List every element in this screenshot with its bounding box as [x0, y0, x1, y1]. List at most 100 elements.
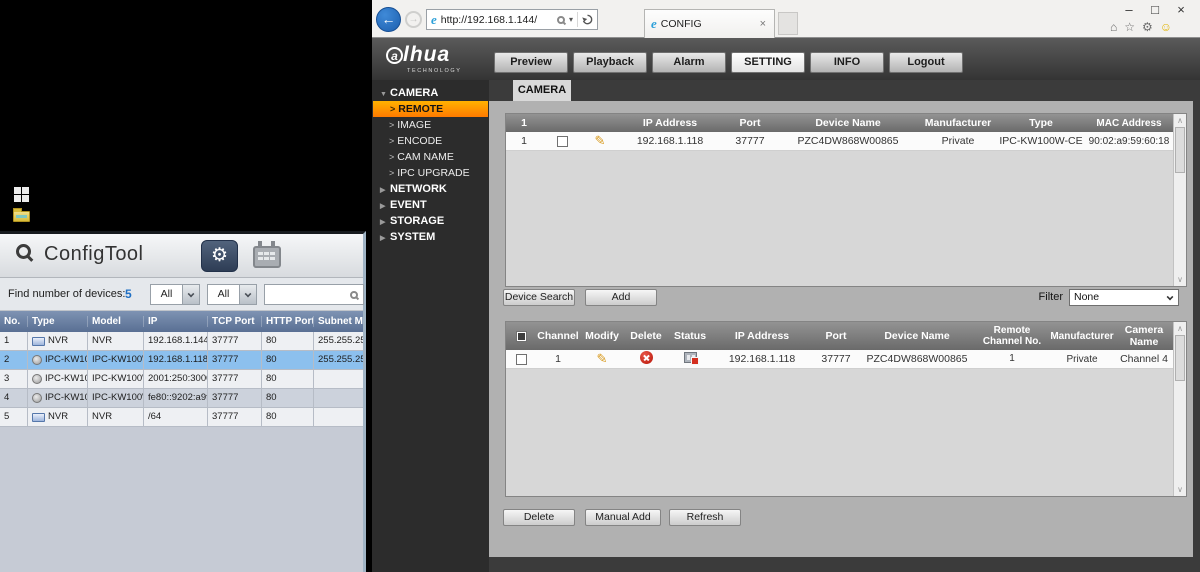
scroll-thumb[interactable] [1175, 335, 1185, 381]
cell-type: IPC-KW100W-CE [998, 135, 1084, 147]
cell-no: 2 [0, 351, 28, 370]
scroll-up-icon[interactable]: ∧ [1174, 116, 1186, 125]
url-text: http://192.168.1.144/ [441, 14, 557, 26]
caret-down-icon[interactable]: ▾ [569, 15, 573, 24]
scroll-down-icon[interactable]: ∨ [1174, 485, 1186, 494]
configtool-table-header: No. Type Model IP TCP Port HTTP Port Sub… [0, 311, 363, 332]
row-checkbox[interactable] [516, 354, 527, 365]
cell-tcp: 37777 [208, 389, 262, 408]
sidebar-item-camera[interactable]: ▼CAMERA [372, 85, 489, 101]
chevron-down-icon[interactable] [182, 285, 199, 304]
sidebar-item-cam-name[interactable]: >CAM NAME [372, 149, 489, 165]
scrollbar[interactable]: ∧ ∨ [1173, 114, 1186, 286]
search-icon[interactable] [557, 16, 565, 24]
maximize-icon[interactable]: □ [1142, 0, 1168, 20]
cell-ip: 192.168.1.118 [144, 351, 208, 370]
cell-tcp: 37777 [208, 351, 262, 370]
new-tab-button[interactable] [778, 12, 798, 35]
minimize-icon[interactable]: – [1116, 0, 1142, 20]
tab-playback[interactable]: Playback [573, 52, 647, 73]
table-row-selected[interactable]: 2 IPC-KW10... IPC-KW100W-CE 192.168.1.11… [0, 351, 363, 370]
tab-setting[interactable]: SETTING [731, 52, 805, 73]
webapp-header: a lhua TECHNOLOGY Preview Playback Alarm… [372, 38, 1200, 80]
sidebar-label: STORAGE [390, 215, 444, 227]
tab-close-icon[interactable]: × [758, 18, 768, 30]
cell-device-name: PZC4DW868W00865 [778, 135, 918, 147]
forward-button[interactable]: → [405, 11, 422, 28]
row-checkbox[interactable] [557, 136, 568, 147]
status-disconnected-icon[interactable] [684, 352, 697, 363]
cell-port: 37777 [812, 353, 860, 365]
delete-icon[interactable] [640, 351, 653, 364]
scroll-up-icon[interactable]: ∧ [1174, 324, 1186, 333]
sidebar-item-encode[interactable]: >ENCODE [372, 133, 489, 149]
sidebar-item-system[interactable]: ▶SYSTEM [372, 229, 489, 245]
col-subnet-mask: Subnet Ma [314, 316, 363, 327]
home-icon[interactable]: ⌂ [1110, 20, 1117, 34]
nvr-device-icon [32, 413, 45, 422]
cell-ip: /64 [144, 408, 208, 427]
sidebar-item-storage[interactable]: ▶STORAGE [372, 213, 489, 229]
refresh-icon[interactable] [582, 14, 593, 25]
modify-pencil-icon[interactable]: ✎ [597, 351, 608, 366]
desktop-icon-windows[interactable] [14, 187, 36, 207]
col-remote-channel: Remote Channel No. [974, 325, 1050, 348]
sidebar-item-ipc-upgrade[interactable]: >IPC UPGRADE [372, 165, 489, 181]
cell-no: 5 [0, 408, 28, 427]
ie-icon: e [431, 12, 437, 28]
chevron-down-icon[interactable] [239, 285, 256, 304]
table-row[interactable]: 1 NVR NVR 192.168.1.144 37777 80 255.255… [0, 332, 363, 351]
favorites-star-icon[interactable]: ☆ [1124, 20, 1135, 34]
scroll-down-icon[interactable]: ∨ [1174, 275, 1186, 284]
browser-toolbar-icons: ⌂ ☆ ⚙ ☺ [1110, 20, 1172, 34]
col-status: Status [668, 330, 712, 342]
table-row[interactable]: 4 IPC-KW10... IPC-KW100W-CE fe80::9202:a… [0, 389, 363, 408]
sidebar-item-remote[interactable]: >REMOTE [373, 101, 488, 117]
table-row[interactable]: 5 NVR NVR /64 37777 80 [0, 408, 363, 427]
configtool-calendar-button[interactable] [253, 246, 281, 268]
col-port: Port [812, 330, 860, 342]
modify-pencil-icon[interactable]: ✎ [595, 133, 606, 148]
device-search-box[interactable] [264, 284, 364, 305]
scroll-thumb[interactable] [1175, 127, 1185, 173]
smiley-feedback-icon[interactable]: ☺ [1160, 20, 1172, 34]
ie-icon: e [651, 16, 657, 32]
delete-button[interactable]: Delete [503, 509, 575, 526]
back-button[interactable]: ← [376, 7, 401, 32]
desktop-icon-folder[interactable] [13, 207, 35, 227]
sidebar-item-network[interactable]: ▶NETWORK [372, 181, 489, 197]
tab-logout[interactable]: Logout [889, 52, 963, 73]
type-filter-dropdown[interactable]: All [150, 284, 200, 305]
gear-icon[interactable]: ⚙ [1142, 20, 1153, 34]
manual-add-button[interactable]: Manual Add [585, 509, 661, 526]
filter-select[interactable]: None [1069, 289, 1179, 306]
tab-alarm[interactable]: Alarm [652, 52, 726, 73]
refresh-button[interactable]: Refresh [669, 509, 741, 526]
table-row[interactable]: 1 ✎ 192.168.1.118 37777 PZC4DW868W00865 … [506, 350, 1186, 369]
address-bar[interactable]: e http://192.168.1.144/ ▾ [426, 9, 598, 30]
configtool-logo-magnifier-icon [16, 244, 31, 259]
main-nav: Preview Playback Alarm SETTING INFO Logo… [494, 52, 963, 73]
tab-preview[interactable]: Preview [494, 52, 568, 73]
sidebar-item-event[interactable]: ▶EVENT [372, 197, 489, 213]
sidebar-item-image[interactable]: >IMAGE [372, 117, 489, 133]
browser-tab-config[interactable]: e CONFIG × [644, 9, 775, 38]
table-row[interactable]: 1 ✎ 192.168.1.118 37777 PZC4DW868W00865 … [506, 132, 1186, 151]
tab-info[interactable]: INFO [810, 52, 884, 73]
tree-collapsed-icon: ▶ [380, 231, 390, 247]
device-search-input[interactable] [265, 286, 350, 303]
select-all-checkbox[interactable] [516, 331, 527, 342]
add-button[interactable]: Add [585, 289, 657, 306]
content-tab-camera[interactable]: CAMERA [513, 80, 571, 101]
logo-text: lhua [403, 43, 450, 67]
col-ip: IP [144, 316, 208, 327]
sub-arrow-icon: > [389, 152, 394, 162]
sidebar-label: SYSTEM [390, 231, 435, 243]
close-icon[interactable]: × [1168, 0, 1194, 20]
folder-icon [13, 211, 30, 222]
model-filter-dropdown[interactable]: All [207, 284, 257, 305]
table-row[interactable]: 3 IPC-KW10... IPC-KW100W-CE 2001:250:300… [0, 370, 363, 389]
device-search-button[interactable]: Device Search [503, 289, 575, 306]
scrollbar[interactable]: ∧ ∨ [1173, 322, 1186, 496]
configtool-settings-button[interactable]: ⚙ [201, 240, 238, 272]
